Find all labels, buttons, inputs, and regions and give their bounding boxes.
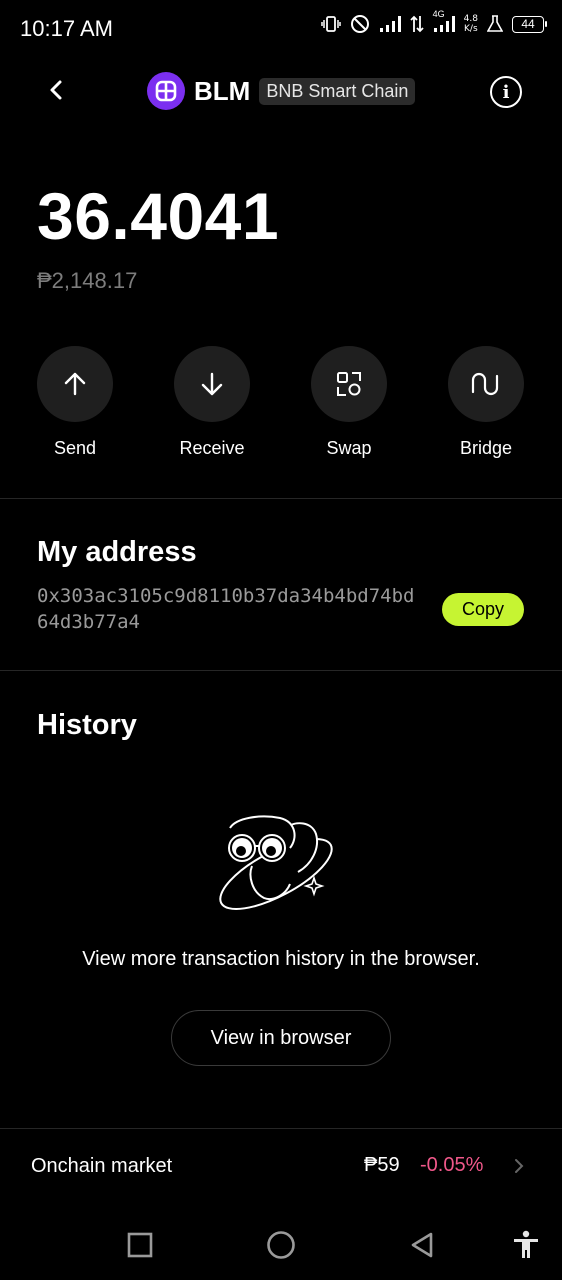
market-price: ₱59 [364, 1154, 400, 1176]
bridge-button[interactable]: Bridge [436, 346, 536, 459]
token-balance: 36.4041 [37, 179, 280, 253]
token-logo [147, 72, 185, 110]
send-button[interactable]: Send [25, 346, 125, 459]
history-empty-text: View more transaction history in the bro… [82, 948, 480, 970]
receive-label: Receive [179, 438, 245, 458]
header: BLM BNB Smart Chain i [0, 60, 562, 122]
binoculars-illustration [216, 806, 346, 916]
action-row: Send Receive Swap Bridge [0, 346, 562, 459]
bridge-icon [471, 372, 499, 396]
back-nav-button[interactable] [404, 1227, 440, 1263]
arrow-down-icon [201, 372, 223, 396]
divider [0, 1128, 562, 1129]
status-icons: 4G 4.8 K/s 44 [320, 9, 547, 34]
flask-icon [487, 15, 503, 33]
bridge-circle[interactable] [448, 346, 524, 422]
net-speed-unit: K/s [464, 24, 478, 34]
status-time: 10:17 AM [20, 16, 113, 41]
swap-label: Swap [326, 438, 372, 458]
network-type-label: 4G [432, 9, 445, 19]
accessibility-icon [514, 1230, 538, 1258]
signal-4g-icon: 4G [433, 9, 455, 33]
chevron-left-icon [50, 80, 62, 100]
info-icon: i [502, 81, 510, 103]
data-transfer-icon [410, 15, 424, 33]
market-label: Onchain market [31, 1155, 173, 1177]
vibrate-icon [320, 14, 341, 34]
home-icon [267, 1231, 295, 1259]
token-title: BLM BNB Smart Chain [147, 72, 416, 110]
wallet-address: 0x303ac3105c9d8110b37da34b4bd74bd64d3b77… [37, 585, 415, 633]
blm-logo-icon [155, 80, 177, 102]
accessibility-button[interactable] [508, 1227, 544, 1263]
chevron-right-icon [515, 1159, 524, 1173]
back-button[interactable] [36, 70, 76, 110]
history-title: History [37, 709, 137, 741]
swap-icon [337, 372, 361, 396]
swap-circle[interactable] [311, 346, 387, 422]
divider [0, 670, 562, 671]
receive-circle[interactable] [174, 346, 250, 422]
net-speed: 4.8 K/s [464, 14, 478, 34]
fiat-balance: ₱2,148.17 [37, 268, 138, 293]
status-bar: 10:17 AM 4G 4.8 K/s 44 [0, 0, 562, 58]
address-title: My address [37, 536, 197, 568]
system-nav-bar [0, 1205, 562, 1280]
net-speed-value: 4.8 [463, 14, 478, 24]
signal-icon [379, 15, 401, 33]
copy-button[interactable]: Copy [442, 593, 524, 626]
recents-button[interactable] [122, 1227, 158, 1263]
do-not-disturb-icon [350, 14, 370, 34]
recents-icon [127, 1232, 153, 1258]
home-button[interactable] [263, 1227, 299, 1263]
receive-button[interactable]: Receive [162, 346, 262, 459]
chain-badge: BNB Smart Chain [259, 77, 416, 105]
swap-button[interactable]: Swap [299, 346, 399, 459]
onchain-market-row[interactable]: Onchain market ₱59 -0.05% [0, 1130, 562, 1202]
back-triangle-icon [411, 1232, 433, 1258]
send-label: Send [53, 438, 97, 458]
arrow-up-icon [64, 372, 86, 396]
market-change: -0.05% [420, 1154, 484, 1176]
battery-icon: 44 [512, 15, 547, 33]
bridge-label: Bridge [459, 438, 513, 458]
view-in-browser-button[interactable]: View in browser [171, 1010, 391, 1066]
token-symbol: BLM [194, 75, 251, 106]
send-circle[interactable] [37, 346, 113, 422]
info-button[interactable]: i [490, 76, 522, 108]
divider [0, 498, 562, 499]
